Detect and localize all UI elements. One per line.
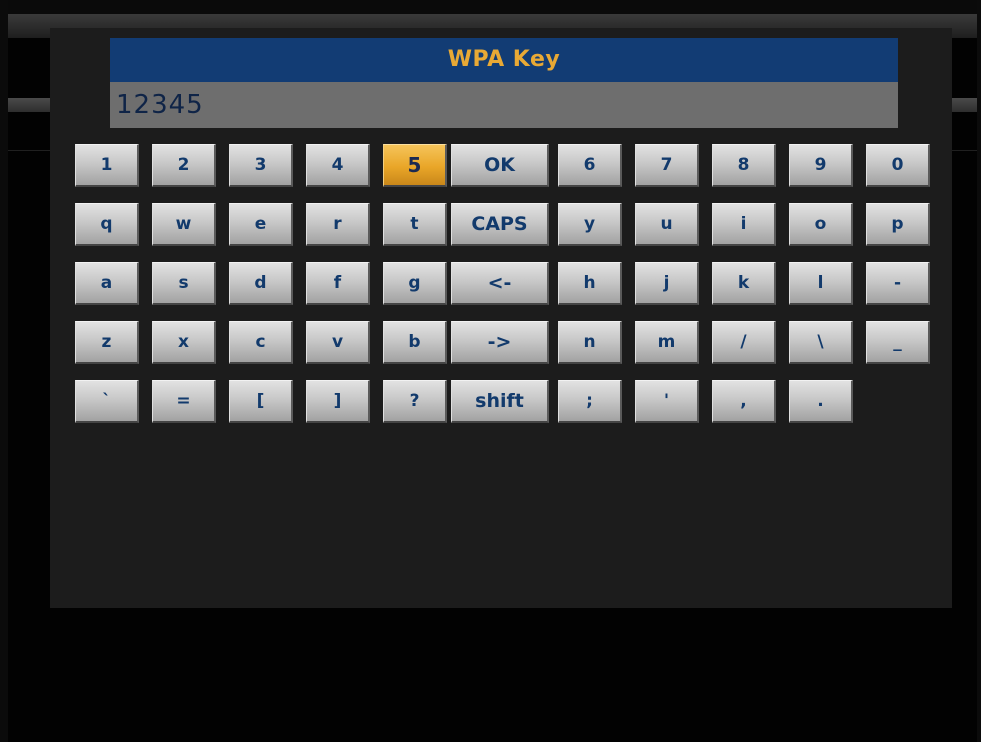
- key-w[interactable]: w: [152, 203, 216, 246]
- dialog-title: WPA Key: [110, 38, 898, 82]
- key-9[interactable]: 9: [789, 144, 853, 187]
- key-f[interactable]: f: [306, 262, 370, 305]
- screen-right-border: [977, 0, 981, 742]
- key-0[interactable]: 0: [866, 144, 930, 187]
- key-4[interactable]: 4: [306, 144, 370, 187]
- key-underscore[interactable]: _: [866, 321, 930, 364]
- key-v[interactable]: v: [306, 321, 370, 364]
- ok-button[interactable]: OK: [451, 144, 549, 187]
- key-i[interactable]: i: [712, 203, 776, 246]
- on-screen-keyboard: 1 2 3 4 5 OK 6 7 8 9 0 q w e r t CAPS y u i o p a s d f g <- h j k l - z x…: [75, 144, 935, 444]
- key-p[interactable]: p: [866, 203, 930, 246]
- key-z[interactable]: z: [75, 321, 139, 364]
- key-apostrophe[interactable]: ': [635, 380, 699, 423]
- key-h[interactable]: h: [558, 262, 622, 305]
- key-minus[interactable]: -: [866, 262, 930, 305]
- key-semicolon[interactable]: ;: [558, 380, 622, 423]
- key-question[interactable]: ?: [383, 380, 447, 423]
- background-menu-highlight-left: [8, 98, 52, 112]
- wpa-key-dialog: WPA Key 12345 1 2 3 4 5 OK 6 7 8 9 0 q w e r t CAPS y u i o p…: [50, 28, 952, 608]
- key-r[interactable]: r: [306, 203, 370, 246]
- key-y[interactable]: y: [558, 203, 622, 246]
- key-q[interactable]: q: [75, 203, 139, 246]
- background-menu-highlight-right: [952, 98, 977, 112]
- key-l[interactable]: l: [789, 262, 853, 305]
- screen-left-border: [0, 0, 8, 742]
- key-backslash[interactable]: \: [789, 321, 853, 364]
- key-backtick[interactable]: `: [75, 380, 139, 423]
- key-a[interactable]: a: [75, 262, 139, 305]
- backspace-button[interactable]: <-: [451, 262, 549, 305]
- key-3[interactable]: 3: [229, 144, 293, 187]
- key-e[interactable]: e: [229, 203, 293, 246]
- tv-screen: WPA Key 12345 1 2 3 4 5 OK 6 7 8 9 0 q w e r t CAPS y u i o p…: [0, 0, 981, 742]
- key-n[interactable]: n: [558, 321, 622, 364]
- key-j[interactable]: j: [635, 262, 699, 305]
- screen-top-border: [0, 0, 981, 14]
- key-u[interactable]: u: [635, 203, 699, 246]
- key-8[interactable]: 8: [712, 144, 776, 187]
- key-close-bracket[interactable]: ]: [306, 380, 370, 423]
- key-o[interactable]: o: [789, 203, 853, 246]
- key-t[interactable]: t: [383, 203, 447, 246]
- shift-button[interactable]: shift: [451, 380, 549, 423]
- key-5[interactable]: 5: [383, 144, 447, 187]
- key-open-bracket[interactable]: [: [229, 380, 293, 423]
- key-d[interactable]: d: [229, 262, 293, 305]
- key-b[interactable]: b: [383, 321, 447, 364]
- key-m[interactable]: m: [635, 321, 699, 364]
- forward-button[interactable]: ->: [451, 321, 549, 364]
- key-1[interactable]: 1: [75, 144, 139, 187]
- key-7[interactable]: 7: [635, 144, 699, 187]
- caps-button[interactable]: CAPS: [451, 203, 549, 246]
- key-equals[interactable]: =: [152, 380, 216, 423]
- key-comma[interactable]: ,: [712, 380, 776, 423]
- key-6[interactable]: 6: [558, 144, 622, 187]
- key-g[interactable]: g: [383, 262, 447, 305]
- key-c[interactable]: c: [229, 321, 293, 364]
- key-slash[interactable]: /: [712, 321, 776, 364]
- key-k[interactable]: k: [712, 262, 776, 305]
- key-2[interactable]: 2: [152, 144, 216, 187]
- wpa-key-input[interactable]: 12345: [110, 82, 898, 128]
- key-period[interactable]: .: [789, 380, 853, 423]
- key-s[interactable]: s: [152, 262, 216, 305]
- key-x[interactable]: x: [152, 321, 216, 364]
